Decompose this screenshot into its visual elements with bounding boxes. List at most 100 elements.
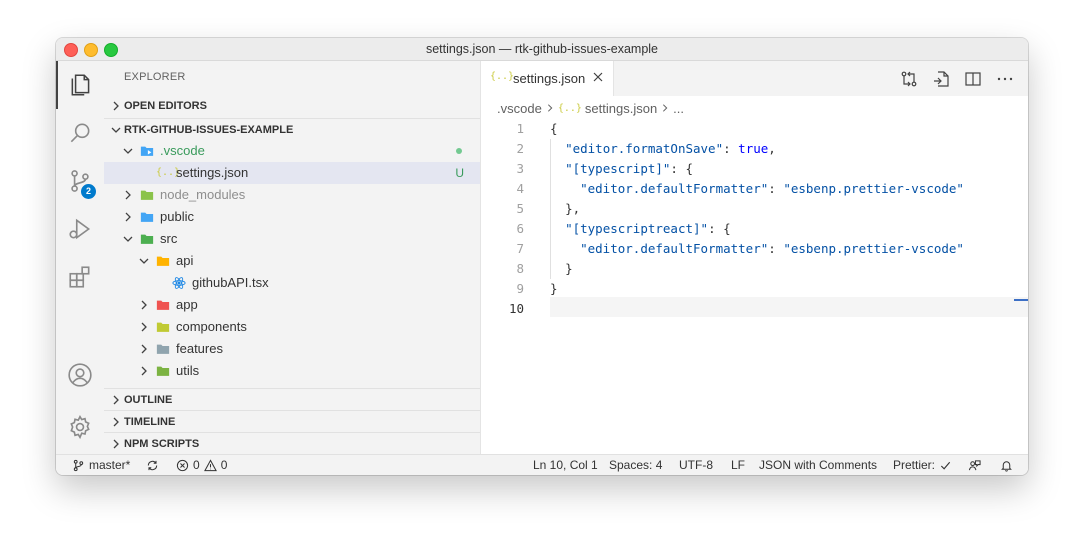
code-line: 8 } [481,259,1028,279]
line-number: 4 [516,181,524,196]
minimize-window-button[interactable] [84,43,98,57]
search-activity[interactable] [56,109,104,157]
tab-settings-json[interactable]: {..} settings.json [481,61,614,96]
warning-icon [203,458,217,471]
chevron-right-icon [141,322,147,332]
tree-label: public [160,209,194,224]
project-section[interactable]: RTK-GITHUB-ISSUES-EXAMPLE [104,118,480,140]
tree-label: api [176,253,194,268]
error-icon [176,459,189,471]
notifications-status[interactable] [1000,455,1013,475]
tree-folder-app[interactable]: app [104,294,480,316]
chevron-right-icon [125,212,131,222]
breadcrumb-symbol[interactable]: ... [673,101,684,116]
bell-icon [1001,460,1012,472]
chevron-down-icon [123,148,133,154]
json-file-icon: {..} [557,102,582,114]
tree-folder-features[interactable]: features [104,338,480,360]
line-number: 2 [516,141,524,156]
npm-scripts-section[interactable]: NPM SCRIPTS [104,432,480,454]
manage-activity[interactable] [56,403,104,451]
zoom-window-button[interactable] [104,43,118,57]
tree-folder-utils[interactable]: utils [104,360,480,382]
git-branch-icon [73,459,84,471]
extensions-icon [69,266,90,288]
open-changes-button[interactable] [900,70,918,88]
problems-status[interactable]: 0 0 [176,455,227,475]
tree-file-settings-json[interactable]: {..} settings.json U [104,162,480,184]
line-content: "editor.defaultFormatter": "esbenp.prett… [580,241,964,256]
tree-folder-node-modules[interactable]: node_modules [104,184,480,206]
tree-label: features [176,341,223,356]
outline-section[interactable]: OUTLINE [104,388,480,410]
split-editor-button[interactable] [964,70,982,88]
branch-status[interactable]: master* [72,455,130,475]
tree-file-githubapi[interactable]: githubAPI.tsx [104,272,480,294]
line-content: "[typescript]": { [565,161,693,176]
open-file-button[interactable] [932,70,950,88]
feedback-status[interactable] [968,455,981,475]
chevron-right-icon [113,101,119,111]
code-line: 10 [481,299,1028,319]
editor-area: {..} settings.json .vscode {..} settings… [481,61,1028,455]
open-editors-section[interactable]: OPEN EDITORS [104,95,480,117]
features-folder-icon [156,344,170,354]
code-line: 1 { [481,119,1028,139]
close-icon[interactable] [593,72,603,82]
chevron-right-icon [113,439,119,449]
sync-status[interactable] [146,455,159,475]
line-content: { [550,121,558,136]
explorer-activity[interactable] [56,61,104,109]
tree-folder-vscode[interactable]: .vscode [104,140,480,162]
chevron-right-icon [113,395,119,405]
tree-label: node_modules [160,187,246,202]
line-number: 3 [516,161,524,176]
tree-label: utils [176,363,200,378]
chevron-right-icon [141,344,147,354]
react-file-icon [172,277,186,289]
run-debug-activity[interactable] [56,205,104,253]
app-folder-icon [156,300,170,310]
line-content: "[typescriptreact]": { [565,221,731,236]
project-label: RTK-GITHUB-ISSUES-EXAMPLE [124,124,294,136]
tree-folder-src[interactable]: src [104,228,480,250]
chevron-down-icon [123,236,133,242]
go-to-file-icon [934,71,949,87]
scm-badge: 2 [81,184,96,199]
chevron-right-icon [547,104,553,112]
cursor-position-status[interactable]: Ln 10, Col 1 [533,455,598,475]
code-line: 2 "editor.formatOnSave": true, [481,139,1028,159]
timeline-section[interactable]: TIMELINE [104,410,480,432]
close-window-button[interactable] [64,43,78,57]
gear-icon [70,415,90,440]
source-control-activity[interactable]: 2 [56,157,104,205]
tree-folder-public[interactable]: public [104,206,480,228]
prettier-status[interactable]: Prettier: [893,455,952,475]
timeline-label: TIMELINE [124,416,176,428]
more-actions-button[interactable] [996,70,1014,88]
tree-folder-api[interactable]: api [104,250,480,272]
files-icon [71,74,90,96]
eol-status[interactable]: LF [731,455,745,475]
extensions-activity[interactable] [56,253,104,301]
code-line: 7 "editor.defaultFormatter": "esbenp.pre… [481,239,1028,259]
chevron-right-icon [663,104,668,112]
tree-label: app [176,297,198,312]
json-file-icon: {..} [490,71,515,82]
language-mode-status[interactable]: JSON with Comments [759,455,877,475]
modified-dot [456,148,462,154]
vscode-folder-icon [140,146,154,156]
chevron-right-icon [113,417,119,427]
breadcrumb-file[interactable]: settings.json [585,101,657,116]
code-line: 4 "editor.defaultFormatter": "esbenp.pre… [481,179,1028,199]
line-content: "editor.defaultFormatter": "esbenp.prett… [580,181,964,196]
breadcrumb-folder[interactable]: .vscode [497,101,542,116]
split-editor-icon [965,72,981,86]
line-content: }, [565,201,581,216]
line-number: 7 [516,241,524,256]
tree-folder-components[interactable]: components [104,316,480,338]
indentation-status[interactable]: Spaces: 4 [609,455,662,475]
accounts-activity[interactable] [56,351,104,399]
ellipsis-icon [997,77,1013,81]
encoding-status[interactable]: UTF-8 [679,455,713,475]
